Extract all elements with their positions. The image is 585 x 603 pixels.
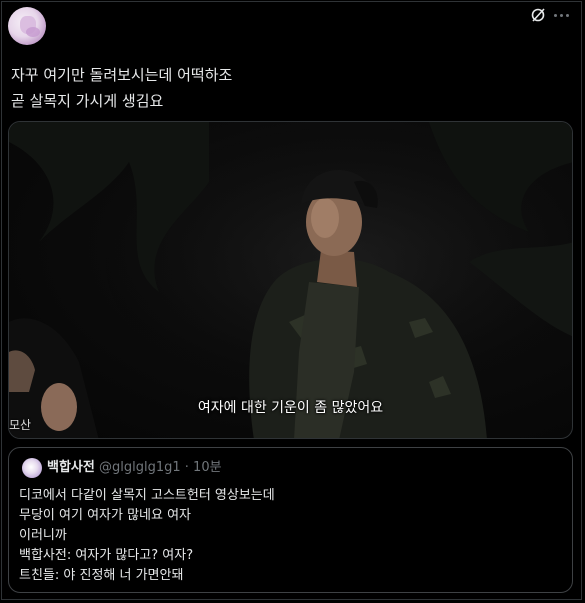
avatar[interactable]: [8, 7, 46, 45]
video-media[interactable]: 여자에 대한 기운이 좀 많았어요 모산: [8, 121, 573, 439]
quote-timestamp[interactable]: 10분: [193, 460, 222, 475]
quoted-tweet[interactable]: 백합사전 @glglglg1g1 · 10분 디코에서 다같이 살목지 고스트헌…: [8, 447, 573, 593]
video-subtitle: 여자에 대한 기운이 좀 많았어요: [197, 400, 384, 416]
quote-header: 백합사전 @glglglg1g1 · 10분: [47, 459, 222, 477]
tweet-text: 자꾸 여기만 돌려보시는데 어떡하조 곧 살목지 가시게 생김요: [11, 66, 233, 110]
quote-separator: ·: [184, 460, 189, 475]
quote-author-handle[interactable]: @glglglg1g1: [99, 460, 181, 475]
grok-icon[interactable]: [530, 7, 546, 23]
video-watermark: 모산: [9, 418, 32, 432]
quote-author-name[interactable]: 백합사전: [47, 460, 95, 475]
more-icon[interactable]: [554, 14, 574, 20]
quote-avatar[interactable]: [22, 458, 42, 478]
quote-text: 디코에서 다같이 살목지 고스트헌터 영상보는데 무당이 여기 여자가 많네요 …: [19, 488, 275, 583]
